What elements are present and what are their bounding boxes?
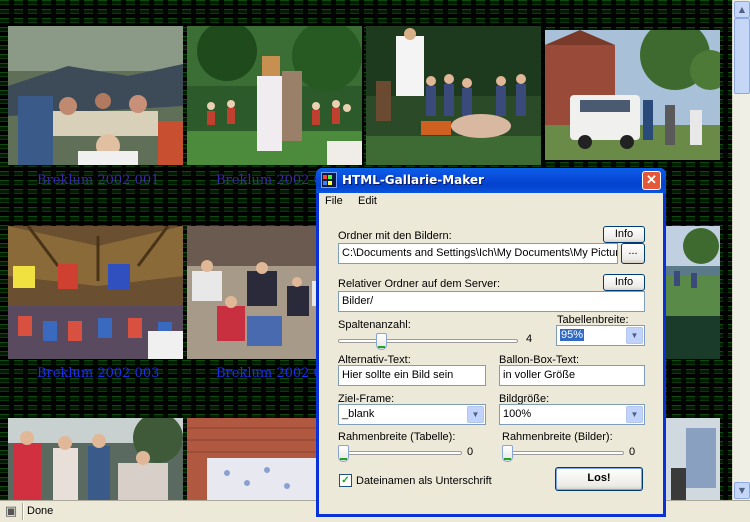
menu-edit[interactable]: Edit [358,195,377,207]
vertical-scrollbar[interactable]: ▲ ▼ [732,0,750,500]
server-folder-input[interactable]: Bilder/ [338,291,645,312]
gallery-thumbnail-2[interactable] [187,26,362,165]
folder-info-button[interactable]: Info [603,226,645,243]
page-done-icon: ▣ [4,504,18,519]
gallery-thumbnail-3[interactable] [366,26,541,165]
app-icon[interactable] [321,172,337,188]
gallery-thumbnail-10[interactable] [187,418,317,500]
image-size-select[interactable]: 100% ▼ [499,404,645,425]
gallery-caption-4[interactable]: Breklum 2002 0 [216,366,322,381]
gallery-thumbnail-8[interactable] [666,226,720,359]
scroll-down-icon[interactable]: ▼ [734,482,750,499]
table-border-value: 0 [467,446,474,458]
columns-slider[interactable] [338,330,518,352]
html-gallery-maker-dialog: HTML-Gallarie-Maker ✕ File Edit Ordner m… [316,168,666,517]
target-frame-select[interactable]: _blank ▼ [338,404,486,425]
gallery-caption-3[interactable]: Breklum 2002 003 [37,366,159,381]
filenames-caption-label: Dateinamen als Unterschrift [356,475,492,487]
scroll-up-icon[interactable]: ▲ [734,1,750,18]
table-width-value: 95% [560,329,585,341]
table-border-slider-thumb[interactable] [338,445,349,462]
menu-bar: File Edit [319,193,663,211]
dialog-title: HTML-Gallarie-Maker [342,173,484,187]
server-info-button[interactable]: Info [603,274,645,291]
image-border-value: 0 [629,446,636,458]
balloon-text-input[interactable]: in voller Größe [499,365,645,386]
chevron-down-icon[interactable]: ▼ [467,406,484,423]
gallery-caption-2[interactable]: Breklum 2002 0 [216,173,322,188]
status-text: Done [27,505,54,517]
table-width-select[interactable]: 95% ▼ [556,325,645,346]
table-border-slider[interactable] [338,442,462,464]
columns-slider-thumb[interactable] [376,333,387,350]
gallery-thumbnail-12[interactable] [666,418,720,500]
image-border-slider-thumb[interactable] [502,445,513,462]
target-frame-value: _blank [342,408,375,420]
image-size-value: 100% [503,408,532,420]
filenames-caption-checkbox[interactable]: ✓ [339,474,352,487]
status-divider [22,503,24,520]
server-folder-label: Relativer Ordner auf dem Server: [338,278,501,290]
chevron-down-icon[interactable]: ▼ [626,406,643,423]
menu-file[interactable]: File [325,195,343,207]
folder-path-input[interactable]: C:\Documents and Settings\Ich\My Documen… [338,243,618,264]
alt-text-input[interactable]: Hier sollte ein Bild sein [338,365,486,386]
go-button[interactable]: Los! [555,467,643,491]
gallery-thumbnail-5[interactable] [8,226,183,359]
columns-value: 4 [526,333,533,345]
folder-label: Ordner mit den Bildern: [338,230,452,242]
close-icon[interactable]: ✕ [642,171,661,190]
scrollbar-thumb[interactable] [734,18,750,94]
gallery-thumbnail-1[interactable] [8,26,183,165]
gallery-thumbnail-4[interactable] [545,30,720,160]
dialog-titlebar[interactable]: HTML-Gallarie-Maker ✕ [316,168,666,193]
image-border-slider[interactable] [502,442,624,464]
chevron-down-icon[interactable]: ▼ [626,327,643,344]
gallery-thumbnail-9[interactable] [8,418,183,500]
gallery-caption-1[interactable]: Breklum 2002 001 [37,173,159,188]
browse-button[interactable]: ... [621,243,645,264]
